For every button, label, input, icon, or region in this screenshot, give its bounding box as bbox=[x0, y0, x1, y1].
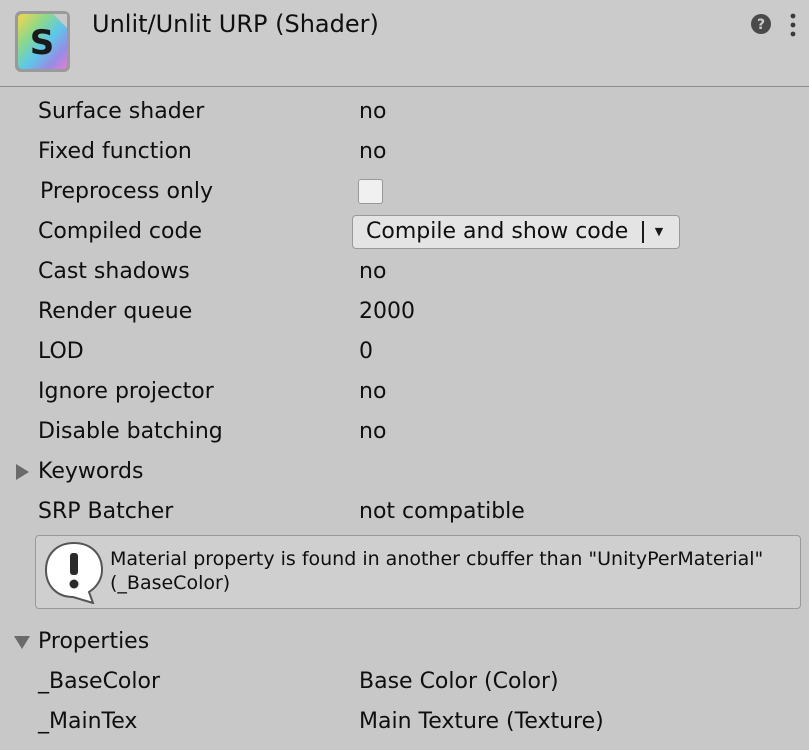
fixed-function-value: no bbox=[359, 139, 387, 164]
row-preprocess-only: Preprocess only bbox=[0, 172, 809, 212]
expanded-arrow-icon[interactable] bbox=[14, 634, 30, 650]
surface-shader-label: Surface shader bbox=[38, 99, 205, 124]
collapsed-arrow-icon[interactable] bbox=[14, 464, 30, 480]
row-srp-batcher: SRP Batcher not compatible bbox=[0, 492, 809, 532]
row-surface-shader: Surface shader no bbox=[0, 92, 809, 132]
lod-label: LOD bbox=[38, 339, 84, 364]
property-name: _MainTex bbox=[38, 709, 138, 734]
keywords-label[interactable]: Keywords bbox=[38, 452, 143, 492]
keywords-foldout[interactable]: Keywords bbox=[0, 452, 809, 492]
inspector-header: S Unlit/Unlit URP (Shader) ? bbox=[0, 0, 809, 87]
warning-message: Material property is found in another cb… bbox=[110, 547, 790, 595]
dropdown-separator bbox=[642, 221, 644, 243]
row-cast-shadows: Cast shadows no bbox=[0, 252, 809, 292]
preprocess-only-checkbox[interactable] bbox=[358, 179, 383, 204]
render-queue-label: Render queue bbox=[38, 299, 193, 324]
row-render-queue: Render queue 2000 bbox=[0, 292, 809, 332]
warning-icon bbox=[44, 541, 104, 604]
warning-message-line-1: Material property is found in another cb… bbox=[110, 548, 764, 570]
row-disable-batching: Disable batching no bbox=[0, 412, 809, 452]
srp-batcher-label: SRP Batcher bbox=[38, 499, 174, 524]
compile-and-show-code-dropdown[interactable]: Compile and show code ▼ bbox=[352, 215, 680, 249]
property-name: _BaseColor bbox=[38, 669, 161, 694]
property-description: Base Color (Color) bbox=[359, 669, 559, 694]
compile-and-show-code-label: Compile and show code bbox=[366, 219, 629, 244]
row-lod: LOD 0 bbox=[0, 332, 809, 372]
fixed-function-label: Fixed function bbox=[38, 139, 192, 164]
cast-shadows-value: no bbox=[359, 259, 387, 284]
row-compiled-code: Compiled code Compile and show code ▼ bbox=[0, 212, 809, 252]
shader-icon: S bbox=[15, 11, 70, 72]
warning-message-line-2: (_BaseColor) bbox=[110, 572, 231, 594]
shader-title: Unlit/Unlit URP (Shader) bbox=[92, 10, 379, 38]
surface-shader-value: no bbox=[359, 99, 387, 124]
lod-value: 0 bbox=[359, 339, 373, 364]
shader-icon-letter: S bbox=[30, 23, 55, 63]
properties-label[interactable]: Properties bbox=[38, 622, 149, 662]
svg-text:?: ? bbox=[757, 17, 765, 33]
row-fixed-function: Fixed function no bbox=[0, 132, 809, 172]
more-options-icon[interactable] bbox=[786, 13, 800, 37]
disable-batching-value: no bbox=[359, 419, 387, 444]
srp-batcher-warning-box: Material property is found in another cb… bbox=[35, 535, 801, 609]
dropdown-arrow-icon[interactable]: ▼ bbox=[652, 216, 666, 248]
row-ignore-projector: Ignore projector no bbox=[0, 372, 809, 412]
compiled-code-label: Compiled code bbox=[38, 219, 202, 244]
disable-batching-label: Disable batching bbox=[38, 419, 223, 444]
property-row: _BaseColor Base Color (Color) bbox=[0, 662, 809, 702]
property-description: Main Texture (Texture) bbox=[359, 709, 604, 734]
help-icon[interactable]: ? bbox=[750, 13, 772, 35]
cast-shadows-label: Cast shadows bbox=[38, 259, 190, 284]
ignore-projector-value: no bbox=[359, 379, 387, 404]
ignore-projector-label: Ignore projector bbox=[38, 379, 214, 404]
render-queue-value: 2000 bbox=[359, 299, 415, 324]
preprocess-only-label: Preprocess only bbox=[40, 179, 214, 204]
properties-foldout[interactable]: Properties bbox=[0, 622, 809, 662]
property-row: _MainTex Main Texture (Texture) bbox=[0, 702, 809, 742]
srp-batcher-value: not compatible bbox=[359, 499, 525, 524]
